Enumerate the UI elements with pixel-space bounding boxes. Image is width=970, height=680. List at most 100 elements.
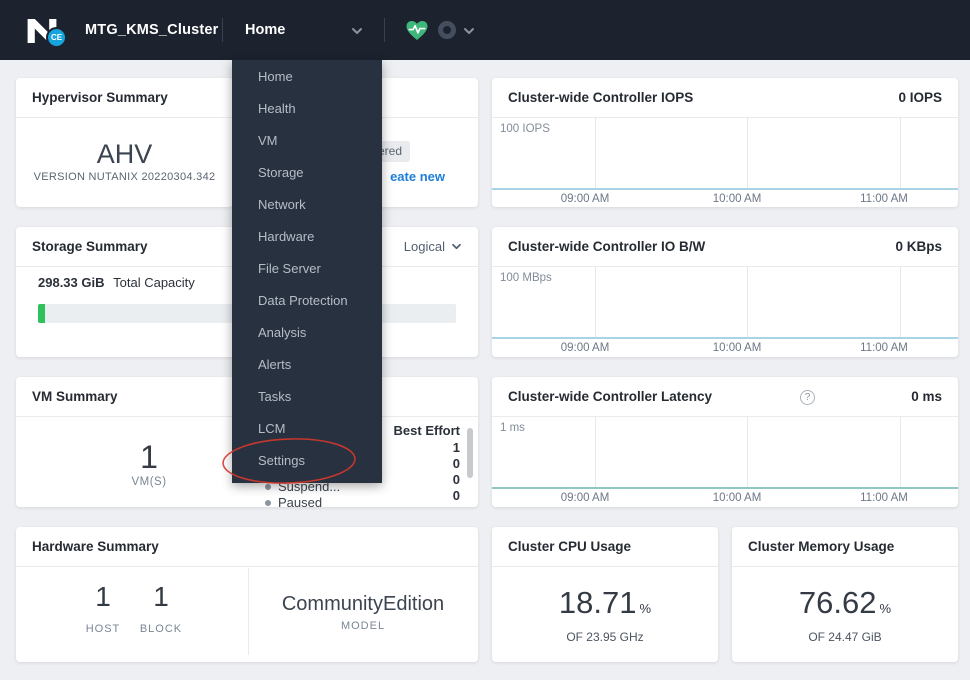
gridline	[747, 417, 748, 487]
gridline	[595, 267, 596, 337]
memory-usage-body: 76.62 % OF 24.47 GiB	[732, 567, 958, 662]
block-label: BLOCK	[139, 623, 183, 635]
menu-item-tasks[interactable]: Tasks	[232, 381, 382, 413]
gridline	[595, 118, 596, 188]
x-tick: 11:00 AM	[860, 193, 908, 205]
vm-count: 1	[140, 439, 158, 475]
menu-item-analysis[interactable]: Analysis	[232, 317, 382, 349]
card-head: Hardware Summary	[16, 527, 478, 567]
navbar-divider	[222, 18, 223, 42]
storage-view-selector[interactable]: Logical	[404, 239, 462, 254]
x-tick: 11:00 AM	[860, 492, 908, 504]
menu-item-health[interactable]: Health	[232, 93, 382, 125]
vm-legend-header: Best Effort	[393, 423, 460, 438]
menu-item-settings[interactable]: Settings	[232, 445, 382, 477]
cluster-memory-usage-card: Cluster Memory Usage 76.62 % OF 24.47 Gi…	[732, 527, 958, 662]
x-tick: 11:00 AM	[860, 342, 908, 354]
view-selector-label: Logical	[403, 239, 445, 254]
total-capacity-value: 298.33 GiB	[38, 275, 105, 290]
user-ring-icon[interactable]	[438, 21, 456, 39]
gridline	[900, 267, 901, 337]
current-latency-value: 0 ms	[911, 389, 942, 404]
host-count: 1	[95, 581, 111, 612]
chevron-down-icon[interactable]	[351, 27, 363, 35]
zero-series-line	[492, 487, 958, 489]
x-tick: 10:00 AM	[712, 342, 762, 354]
register-link[interactable]: eate new	[390, 169, 445, 184]
card-head: Cluster-wide Controller IOPS 0 IOPS	[492, 78, 958, 118]
ce-badge: CE	[46, 27, 67, 48]
controller-iops-card: Cluster-wide Controller IOPS 0 IOPS 100 …	[492, 78, 958, 207]
cluster-cpu-usage-card: Cluster CPU Usage 18.71 % OF 23.95 GHz	[492, 527, 718, 662]
vm-legend-value: 0	[452, 488, 460, 503]
current-iobw-value: 0 KBps	[895, 239, 942, 254]
menu-item-home[interactable]: Home	[232, 61, 382, 93]
controller-iobw-card: Cluster-wide Controller IO B/W 0 KBps 10…	[492, 227, 958, 357]
menu-item-data-protection[interactable]: Data Protection	[232, 285, 382, 317]
cpu-usage-body: 18.71 % OF 23.95 GHz	[492, 567, 718, 662]
card-head: Cluster Memory Usage	[732, 527, 958, 567]
hypervisor-summary-card: Hypervisor Summary AHV VERSION NUTANIX 2…	[16, 78, 233, 207]
hypervisor-version: VERSION NUTANIX 20220304.342	[33, 171, 216, 183]
gridline	[595, 417, 596, 487]
card-title: Storage Summary	[32, 239, 148, 254]
iops-chart: 100 IOPS 09:00 AM 10:00 AM 11:00 AM	[492, 118, 958, 207]
card-title: Hypervisor Summary	[32, 90, 168, 105]
card-title: Cluster-wide Controller IOPS	[508, 90, 694, 105]
host-label: HOST	[85, 623, 121, 635]
menu-item-network[interactable]: Network	[232, 189, 382, 221]
cluster-name: MTG_KMS_Cluster	[85, 22, 219, 38]
help-icon[interactable]: ?	[800, 390, 815, 405]
menu-item-alerts[interactable]: Alerts	[232, 349, 382, 381]
hardware-summary-card: Hardware Summary 1 HOST 1 BLOCK Communit…	[16, 527, 478, 662]
menu-item-lcm[interactable]: LCM	[232, 413, 382, 445]
card-title: Hardware Summary	[32, 539, 159, 554]
cpu-usage-value: 18.71 %	[559, 585, 651, 621]
gridline	[747, 118, 748, 188]
card-head: Cluster-wide Controller IO B/W 0 KBps	[492, 227, 958, 267]
percent-sign: %	[879, 601, 892, 616]
block-count: 1	[153, 581, 169, 612]
x-tick: 10:00 AM	[712, 492, 762, 504]
vm-legend-value: 0	[452, 472, 460, 487]
menu-item-storage[interactable]: Storage	[232, 157, 382, 189]
vm-legend-value: 0	[452, 456, 460, 471]
memory-capacity: OF 24.47 GiB	[808, 630, 882, 644]
card-title: VM Summary	[32, 389, 118, 404]
nav-menu-home[interactable]: Home	[245, 22, 285, 38]
card-head: Cluster-wide Controller Latency 0 ms	[492, 377, 958, 417]
bullet-icon	[265, 499, 271, 506]
gridline	[747, 267, 748, 337]
controller-latency-card: Cluster-wide Controller Latency 0 ms ? 1…	[492, 377, 958, 507]
cpu-percent: 18.71	[558, 585, 637, 620]
navbar-divider	[384, 18, 385, 42]
hypervisor-name: AHV	[96, 139, 153, 169]
x-tick: 10:00 AM	[712, 193, 762, 205]
model-name: CommunityEdition	[281, 593, 445, 615]
current-iops-value: 0 IOPS	[898, 90, 942, 105]
gridline	[900, 417, 901, 487]
vm-legend-label-text: Paused	[278, 495, 323, 507]
vm-legend-scrollbar[interactable]	[467, 428, 473, 478]
y-axis-max-label: 100 MBps	[500, 272, 552, 284]
x-tick: 09:00 AM	[560, 492, 610, 504]
menu-item-file-server[interactable]: File Server	[232, 253, 382, 285]
chevron-down-icon[interactable]	[463, 27, 475, 35]
top-navbar: CE MTG_KMS_Cluster Home	[0, 0, 970, 60]
percent-sign: %	[639, 601, 652, 616]
x-tick: 09:00 AM	[560, 342, 610, 354]
zero-series-line	[492, 337, 958, 339]
memory-usage-value: 76.62 %	[799, 585, 891, 621]
card-title: Cluster-wide Controller Latency	[508, 389, 713, 404]
menu-item-vm[interactable]: VM	[232, 125, 382, 157]
menu-item-hardware[interactable]: Hardware	[232, 221, 382, 253]
model-label: MODEL	[340, 620, 386, 632]
y-axis-max-label: 100 IOPS	[500, 123, 550, 135]
iobw-chart: 100 MBps 09:00 AM 10:00 AM 11:00 AM	[492, 267, 958, 357]
latency-chart: 1 ms 09:00 AM 10:00 AM 11:00 AM	[492, 417, 958, 507]
capacity-used-fill	[38, 304, 45, 323]
card-head: Cluster CPU Usage	[492, 527, 718, 567]
gridline	[900, 118, 901, 188]
memory-percent: 76.62	[798, 585, 877, 620]
health-heart-icon[interactable]	[405, 20, 429, 41]
